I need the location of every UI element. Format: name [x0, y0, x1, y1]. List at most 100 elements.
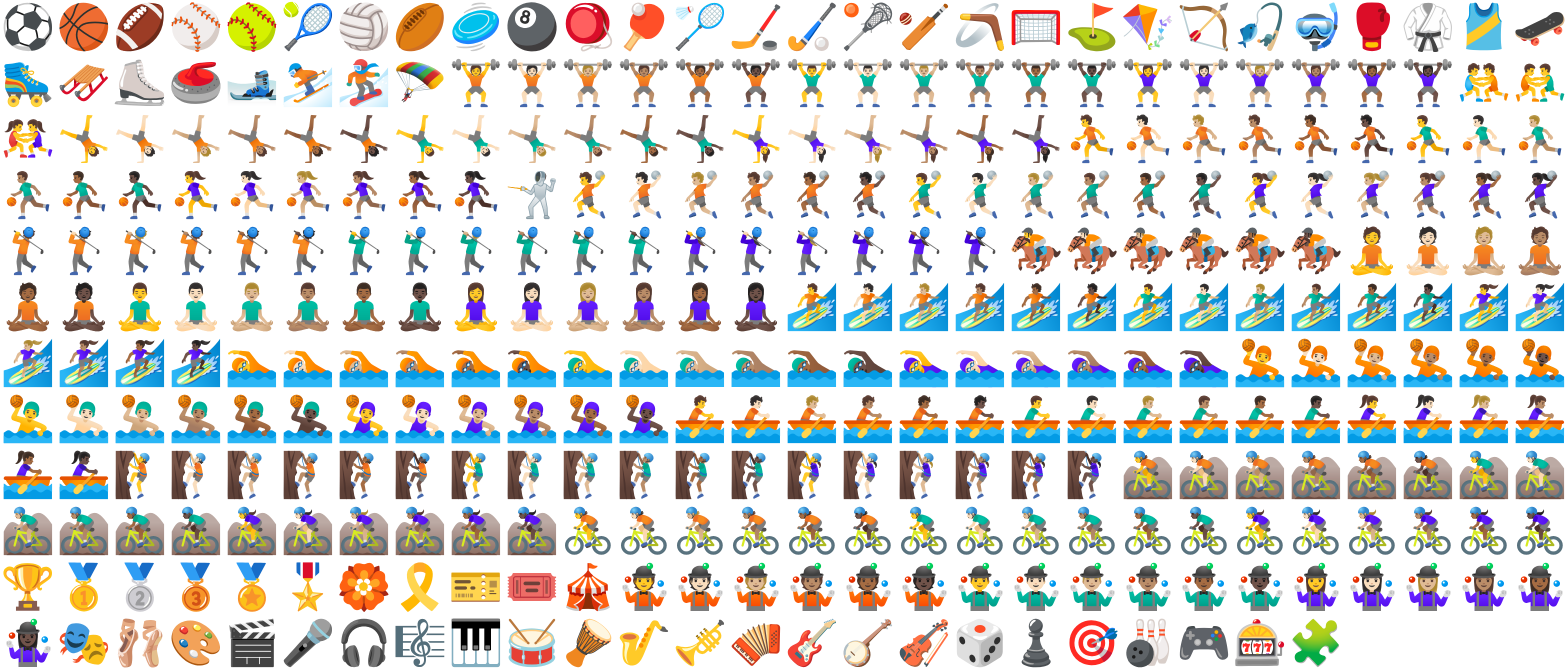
emoji-icon: 🚣🏻‍♀️ — [1400, 394, 1456, 445]
emoji-icon: 🏇🏽 — [1176, 226, 1232, 277]
emoji-icon: 🏌🏻‍♀️ — [728, 226, 784, 277]
emoji-icon: 🏋🏼‍♀️ — [1232, 58, 1288, 109]
emoji-icon: 🏐 — [336, 2, 392, 53]
emoji-icon: ⛳ — [1064, 2, 1120, 53]
emoji-icon: 🤸🏾 — [280, 114, 336, 165]
emoji-icon: 🎧 — [336, 618, 392, 669]
emoji-icon: 🤹🏽‍♂️ — [1120, 562, 1176, 613]
emoji-icon: 🤹🏻 — [672, 562, 728, 613]
emoji-icon: 🚣🏿 — [952, 394, 1008, 445]
emoji-icon: 🚴‍♂️ — [896, 506, 952, 557]
emoji-icon: 🏹 — [1176, 2, 1232, 53]
emoji-icon: 🤽🏼‍♀️ — [448, 394, 504, 445]
emoji-icon: 🤾🏽‍♂️ — [1064, 170, 1120, 221]
emoji-icon: 🥏 — [448, 2, 504, 53]
emoji-icon: 🏄 — [784, 282, 840, 333]
emoji-icon: 🤼‍♀️ — [0, 114, 56, 165]
emoji-icon: 🏄‍♂️ — [1120, 282, 1176, 333]
emoji-icon: 🧗🏾‍♂️ — [672, 450, 728, 501]
emoji-icon: 🏊‍♂️ — [560, 338, 616, 389]
emoji-icon: 🤸🏿‍♂️ — [672, 114, 728, 165]
emoji-icon: 🧗🏿‍♀️ — [1064, 450, 1120, 501]
emoji-icon: 🥅 — [1008, 2, 1064, 53]
emoji-icon: 🏌🏽‍♀️ — [840, 226, 896, 277]
emoji-icon: 🏌🏿 — [280, 226, 336, 277]
emoji-icon: 🥍 — [840, 2, 896, 53]
emoji-icon: 🚣🏿‍♂️ — [1288, 394, 1344, 445]
emoji-icon: 🧘🏼‍♀️ — [560, 282, 616, 333]
emoji-icon: 🧗🏾‍♀️ — [1008, 450, 1064, 501]
emoji-icon: 🚣🏼 — [784, 394, 840, 445]
emoji-icon: 🎫 — [448, 562, 504, 613]
emoji-icon: 🚵🏻‍♂️ — [1512, 450, 1568, 501]
emoji-icon: 🤽🏾 — [1456, 338, 1512, 389]
emoji-icon: 🧗🏻‍♀️ — [840, 450, 896, 501]
emoji-icon: 🏄🏼 — [896, 282, 952, 333]
emoji-icon: 🚴🏻‍♂️ — [952, 506, 1008, 557]
emoji-icon: 🚵🏽‍♂️ — [56, 506, 112, 557]
emoji-icon: 🏌🏽 — [168, 226, 224, 277]
emoji-icon: 🚴🏻 — [616, 506, 672, 557]
emoji-icon: 🧘🏾 — [0, 282, 56, 333]
emoji-icon: 🏌️‍♀️ — [672, 226, 728, 277]
emoji-icon: 🧘🏽‍♀️ — [616, 282, 672, 333]
emoji-sprite-sheet: ⚽ 🏀 🏈 ⚾ 🥎 🎾 🏐 🏉 🥏 🎱 🪀 🏓 🏸 🏒 🏑 🥍 🏏 🪃 🥅 ⛳ 🪁 🏹 🎣 🤿 🥊 🥋 🎽 🛹 🛼 🛷 ⛸️ 🥌 🎿 ⛷️ 🏂 🪂 🏋️… — [0, 0, 1568, 672]
emoji-icon: 🤸🏽 — [224, 114, 280, 165]
emoji-icon: 🚣🏼‍♀️ — [1456, 394, 1512, 445]
emoji-icon: 🤽🏽‍♂️ — [168, 394, 224, 445]
emoji-icon: ⛹🏾 — [1288, 114, 1344, 165]
emoji-icon: 🏋🏾‍♂️ — [1008, 58, 1064, 109]
emoji-icon: 🎾 — [280, 2, 336, 53]
emoji-icon: 🤽🏾‍♀️ — [560, 394, 616, 445]
emoji-icon: 🧗🏾 — [336, 450, 392, 501]
emoji-icon: ⛹🏿‍♂️ — [112, 170, 168, 221]
emoji-icon: 🏸 — [672, 2, 728, 53]
emoji-icon: 🤾🏽‍♀️ — [1400, 170, 1456, 221]
emoji-icon: 🤸🏽‍♀️ — [896, 114, 952, 165]
emoji-icon: 🎪 — [560, 562, 616, 613]
emoji-icon: 🏊🏼 — [336, 338, 392, 389]
emoji-icon: 🚣🏽‍♂️ — [1176, 394, 1232, 445]
emoji-icon: 🏋️ — [448, 58, 504, 109]
emoji-icon: 🎣 — [1232, 2, 1288, 53]
emoji-icon: 🤾🏾‍♂️ — [1120, 170, 1176, 221]
emoji-icon: 🤹‍♀️ — [1288, 562, 1344, 613]
emoji-icon: 🤸‍♂️ — [392, 114, 448, 165]
emoji-icon: 🏒 — [728, 2, 784, 53]
emoji-icon: 🚣🏻 — [728, 394, 784, 445]
emoji-icon: 🏊🏾‍♀️ — [1120, 338, 1176, 389]
emoji-icon: 🧘🏿 — [56, 282, 112, 333]
emoji-icon: 🚴🏽‍♂️ — [1064, 506, 1120, 557]
emoji-icon: 🚴🏼‍♀️ — [1344, 506, 1400, 557]
emoji-icon: 🚣🏼‍♂️ — [1120, 394, 1176, 445]
emoji-icon: 🤽🏾‍♂️ — [224, 394, 280, 445]
emoji-icon: 🥈 — [112, 562, 168, 613]
emoji-icon: 🤽‍♂️ — [0, 394, 56, 445]
emoji-icon: 🤽🏼‍♂️ — [112, 394, 168, 445]
emoji-icon: 🧘 — [1344, 226, 1400, 277]
emoji-icon: 🏊🏼‍♀️ — [1008, 338, 1064, 389]
emoji-icon: 🎸 — [784, 618, 840, 669]
emoji-icon: 🏆 — [0, 562, 56, 613]
emoji-icon: 🏊🏽‍♀️ — [1064, 338, 1120, 389]
emoji-icon: 🤹🏼‍♀️ — [1400, 562, 1456, 613]
emoji-icon: 🛼 — [0, 58, 56, 109]
emoji-icon: 🤾🏽 — [728, 170, 784, 221]
emoji-icon: 🏅 — [224, 562, 280, 613]
emoji-icon: 🏋🏾 — [672, 58, 728, 109]
emoji-icon: 🎼 — [392, 618, 448, 669]
emoji-icon: 🏊🏿‍♀️ — [1176, 338, 1232, 389]
emoji-icon: 🚴🏾‍♀️ — [1456, 506, 1512, 557]
emoji-icon: 🚣🏾 — [896, 394, 952, 445]
emoji-icon: 🎰 — [1232, 618, 1288, 669]
emoji-icon: 🏄🏿 — [1064, 282, 1120, 333]
emoji-icon: 🤽🏿‍♀️ — [616, 394, 672, 445]
emoji-icon: 🏇🏻 — [1064, 226, 1120, 277]
emoji-icon: 🤸🏿‍♀️ — [1008, 114, 1064, 165]
emoji-icon: ⛹🏼‍♂️ — [1512, 114, 1568, 165]
emoji-icon: 🏓 — [616, 2, 672, 53]
emoji-icon: 🚴🏿 — [840, 506, 896, 557]
emoji-icon: 🤾🏼 — [672, 170, 728, 221]
emoji-icon: ⛹🏼 — [1176, 114, 1232, 165]
emoji-icon: 🏄🏻‍♂️ — [1176, 282, 1232, 333]
